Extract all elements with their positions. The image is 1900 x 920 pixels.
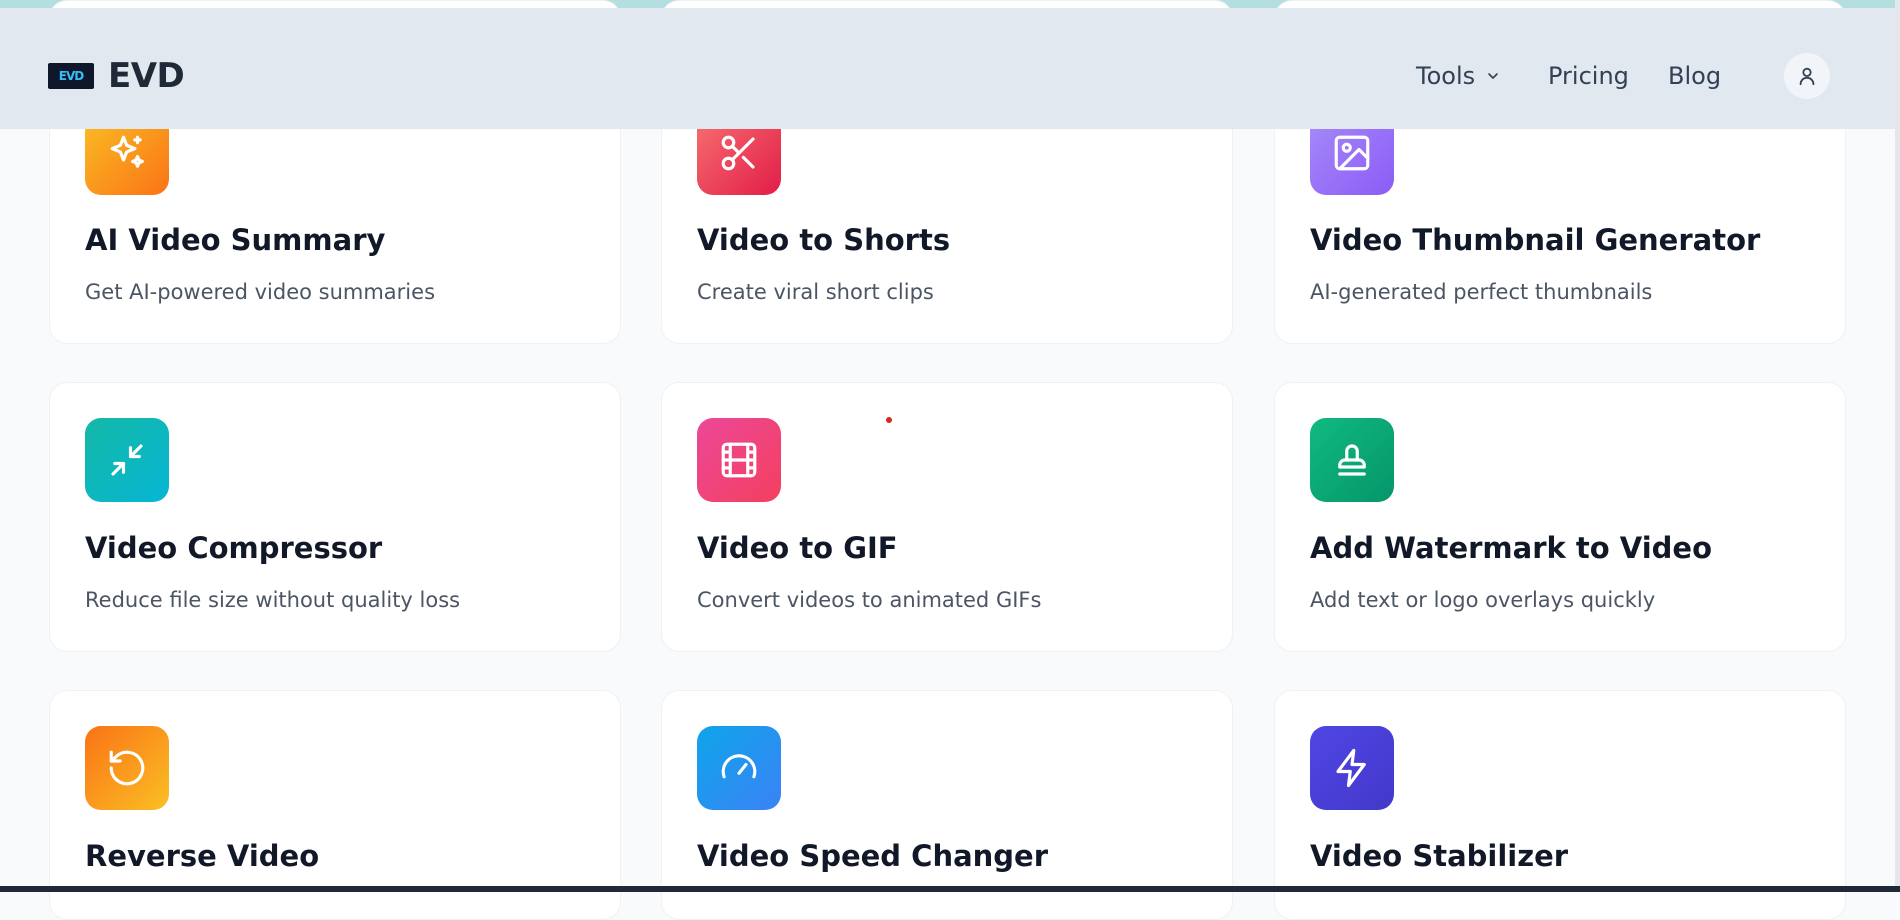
card-title: Video Compressor bbox=[85, 531, 383, 565]
card-description: AI-generated perfect thumbnails bbox=[1310, 280, 1653, 304]
nav-blog-label: Blog bbox=[1668, 62, 1722, 90]
gauge-icon bbox=[697, 726, 781, 810]
logo-image: EVD bbox=[48, 63, 94, 89]
nav-tools-label: Tools bbox=[1416, 62, 1476, 90]
rotate-ccw-icon bbox=[85, 726, 169, 810]
zap-icon bbox=[1310, 726, 1394, 810]
card-title: Video to Shorts bbox=[697, 223, 951, 257]
bottom-edge-bar bbox=[0, 886, 1900, 892]
nav-tools-dropdown[interactable]: Tools bbox=[1416, 62, 1501, 90]
tool-card-video-to-gif[interactable]: Video to GIF Convert videos to animated … bbox=[661, 382, 1233, 652]
user-icon bbox=[1799, 67, 1815, 86]
card-title: Video Stabilizer bbox=[1310, 839, 1569, 873]
minimize-icon bbox=[85, 418, 169, 502]
page-scrollbar[interactable] bbox=[1895, 0, 1900, 886]
nav-pricing-link[interactable]: Pricing bbox=[1548, 62, 1629, 90]
tool-card-video-compressor[interactable]: Video Compressor Reduce file size withou… bbox=[49, 382, 621, 652]
card-description: Create viral short clips bbox=[697, 280, 934, 304]
card-title: Add Watermark to Video bbox=[1310, 531, 1712, 565]
card-description: Convert videos to animated GIFs bbox=[697, 588, 1042, 612]
card-title: Reverse Video bbox=[85, 839, 320, 873]
brand-name: EVD bbox=[108, 56, 185, 96]
card-title: AI Video Summary bbox=[85, 223, 386, 257]
card-description: Get AI-powered video summaries bbox=[85, 280, 436, 304]
card-title: Video Speed Changer bbox=[697, 839, 1049, 873]
card-description: Reduce file size without quality loss bbox=[85, 588, 461, 612]
card-description: Add text or logo overlays quickly bbox=[1310, 588, 1656, 612]
stamp-icon bbox=[1310, 418, 1394, 502]
card-title: Video to GIF bbox=[697, 531, 898, 565]
nav-pricing-label: Pricing bbox=[1548, 62, 1629, 90]
user-account-button[interactable] bbox=[1784, 53, 1830, 99]
site-header: EVD EVD Tools Pricing Blog bbox=[0, 8, 1895, 129]
chevron-down-icon bbox=[1488, 73, 1498, 79]
film-icon bbox=[697, 418, 781, 502]
brand-logo[interactable]: EVD EVD bbox=[48, 56, 185, 96]
cursor-dot bbox=[886, 417, 892, 423]
tool-card-add-watermark[interactable]: Add Watermark to Video Add text or logo … bbox=[1274, 382, 1846, 652]
card-title: Video Thumbnail Generator bbox=[1310, 223, 1761, 257]
nav-blog-link[interactable]: Blog bbox=[1668, 62, 1721, 90]
